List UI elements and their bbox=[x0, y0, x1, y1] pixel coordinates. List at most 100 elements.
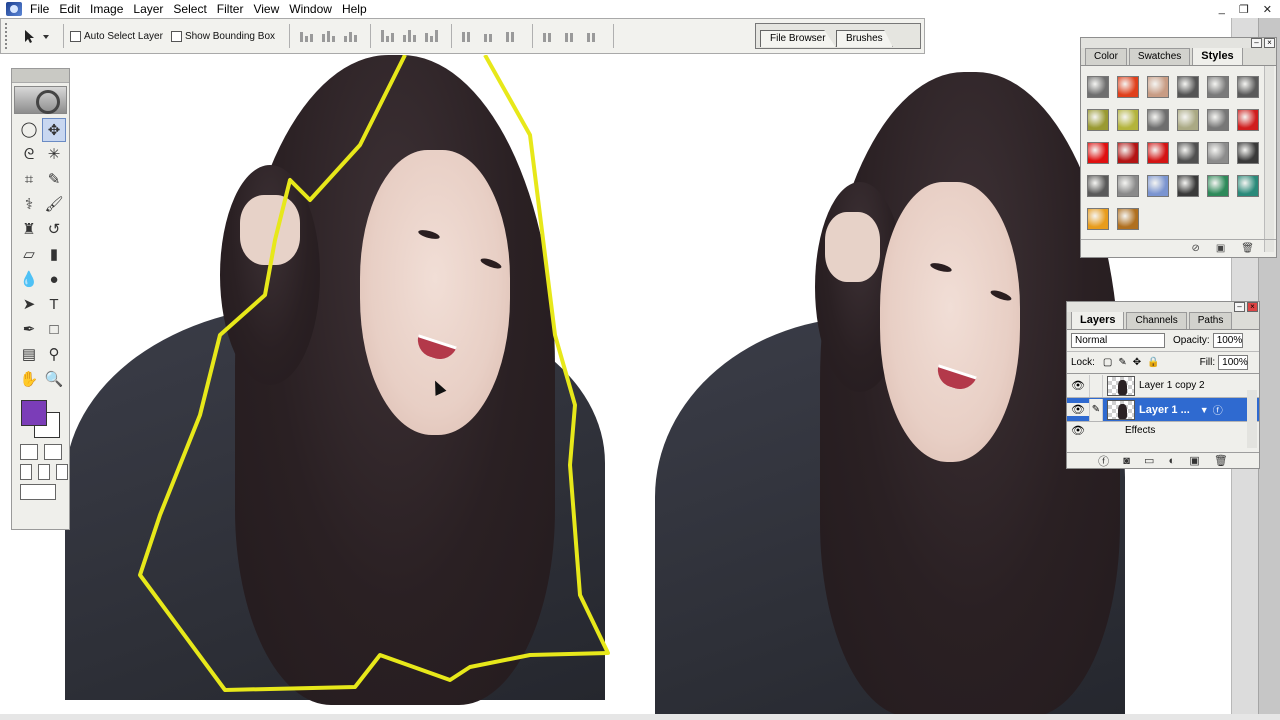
distribute-left-icon[interactable] bbox=[543, 30, 559, 42]
menu-layer[interactable]: Layer bbox=[131, 0, 171, 18]
tab-brushes[interactable]: Brushes bbox=[836, 30, 893, 47]
menu-image[interactable]: Image bbox=[88, 0, 131, 18]
clone-stamp-tool-icon[interactable]: ♜ bbox=[17, 218, 41, 242]
marquee-tool-icon[interactable]: ◯ bbox=[17, 118, 41, 142]
align-hcenter-icon[interactable] bbox=[403, 30, 419, 42]
add-layer-style-icon[interactable]: ⓕ bbox=[1098, 453, 1109, 469]
full-screen-button[interactable] bbox=[56, 464, 68, 480]
align-right-icon[interactable] bbox=[425, 30, 441, 42]
style-swatch[interactable] bbox=[1207, 175, 1229, 197]
style-swatch[interactable] bbox=[1087, 175, 1109, 197]
styles-panel-titlebar[interactable]: – × bbox=[1081, 38, 1276, 48]
standard-screen-button[interactable] bbox=[20, 464, 32, 480]
layers-panel-titlebar[interactable]: – × bbox=[1067, 302, 1259, 312]
checkbox-box[interactable] bbox=[170, 30, 182, 42]
quick-mask-mode-button[interactable] bbox=[44, 444, 62, 460]
style-swatch[interactable] bbox=[1207, 109, 1229, 131]
menu-view[interactable]: View bbox=[251, 0, 287, 18]
style-swatch[interactable] bbox=[1147, 142, 1169, 164]
style-swatch[interactable] bbox=[1117, 175, 1139, 197]
dodge-tool-icon[interactable]: ● bbox=[42, 268, 66, 292]
new-group-icon[interactable]: ▭ bbox=[1144, 454, 1154, 467]
style-swatch[interactable] bbox=[1177, 175, 1199, 197]
style-swatch[interactable] bbox=[1207, 142, 1229, 164]
visibility-eye-icon[interactable]: 👁 bbox=[1067, 424, 1089, 437]
style-swatch[interactable] bbox=[1117, 142, 1139, 164]
layer-style-icon[interactable]: ⓕ bbox=[1213, 402, 1223, 417]
delete-style-icon[interactable]: 🗑 bbox=[1241, 243, 1254, 254]
notes-tool-icon[interactable]: ▤ bbox=[17, 343, 41, 367]
style-swatch[interactable] bbox=[1147, 76, 1169, 98]
tab-color[interactable]: Color bbox=[1085, 48, 1127, 65]
tab-channels[interactable]: Channels bbox=[1126, 312, 1187, 329]
clear-style-icon[interactable]: ⊘ bbox=[1191, 243, 1199, 254]
align-bottom-icon[interactable] bbox=[344, 30, 360, 42]
style-swatch[interactable] bbox=[1117, 76, 1139, 98]
standard-mode-button[interactable] bbox=[20, 444, 38, 460]
delete-layer-icon[interactable]: 🗑 bbox=[1214, 454, 1228, 467]
style-swatch[interactable] bbox=[1237, 109, 1259, 131]
lock-position-icon[interactable]: ✥ bbox=[1133, 357, 1141, 368]
style-swatch[interactable] bbox=[1087, 109, 1109, 131]
menu-help[interactable]: Help bbox=[340, 0, 375, 18]
opacity-input[interactable]: 100% bbox=[1212, 333, 1243, 348]
history-brush-tool-icon[interactable]: ↺ bbox=[42, 218, 66, 242]
toolbox-header[interactable] bbox=[12, 69, 69, 83]
tab-paths[interactable]: Paths bbox=[1188, 312, 1233, 329]
zoom-tool-icon[interactable]: 🔍 bbox=[42, 368, 66, 392]
menu-window[interactable]: Window bbox=[287, 0, 340, 18]
photoshop-app-icon[interactable] bbox=[6, 2, 22, 16]
eraser-tool-icon[interactable]: ▱ bbox=[17, 243, 41, 267]
crop-tool-icon[interactable]: ⌗ bbox=[17, 168, 41, 192]
style-swatch[interactable] bbox=[1177, 76, 1199, 98]
fill-input[interactable]: 100% bbox=[1218, 355, 1249, 370]
distribute-right-icon[interactable] bbox=[587, 30, 603, 42]
adjustment-layer-icon[interactable]: ◐ bbox=[1169, 455, 1176, 467]
style-swatch[interactable] bbox=[1177, 109, 1199, 131]
distribute-top-icon[interactable] bbox=[462, 30, 478, 42]
hand-tool-icon[interactable]: ✋ bbox=[17, 368, 41, 392]
lock-all-icon[interactable]: 🔒 bbox=[1147, 357, 1159, 368]
foreground-color-swatch[interactable] bbox=[21, 400, 47, 426]
align-left-icon[interactable] bbox=[381, 30, 397, 42]
menu-select[interactable]: Select bbox=[171, 0, 214, 18]
panel-close-button[interactable]: × bbox=[1264, 38, 1275, 48]
panel-minimize-button[interactable]: – bbox=[1234, 302, 1245, 312]
full-screen-menu-button[interactable] bbox=[38, 464, 50, 480]
style-swatch[interactable] bbox=[1147, 109, 1169, 131]
blend-mode-select[interactable]: Normal bbox=[1071, 333, 1165, 348]
layer-row-selected[interactable]: 👁 ✎ Layer 1 ... ▼ ⓕ bbox=[1067, 398, 1259, 422]
canvas-photo-left[interactable] bbox=[60, 55, 630, 705]
jump-to-imageready-button[interactable] bbox=[20, 484, 56, 500]
tab-swatches[interactable]: Swatches bbox=[1128, 48, 1191, 65]
styles-scrollbar[interactable] bbox=[1264, 66, 1274, 252]
pen-tool-icon[interactable]: ✒ bbox=[17, 318, 41, 342]
minimize-button[interactable]: _ bbox=[1219, 3, 1225, 15]
distribute-hcenter-icon[interactable] bbox=[565, 30, 581, 42]
tab-file-browser[interactable]: File Browser bbox=[760, 30, 836, 47]
eyedropper-tool-icon[interactable]: ⚲ bbox=[42, 343, 66, 367]
tab-layers[interactable]: Layers bbox=[1071, 311, 1125, 329]
new-style-icon[interactable]: ▣ bbox=[1216, 243, 1225, 254]
options-bar-grip[interactable] bbox=[5, 23, 11, 49]
layers-scrollbar[interactable] bbox=[1247, 390, 1257, 448]
layer-row[interactable]: 👁 Layer 1 copy 2 bbox=[1067, 374, 1259, 398]
style-swatch[interactable] bbox=[1237, 76, 1259, 98]
auto-select-layer-checkbox[interactable]: Auto Select Layer bbox=[70, 30, 163, 42]
lock-transparency-icon[interactable]: ▢ bbox=[1103, 357, 1112, 368]
magic-wand-tool-icon[interactable]: ✳ bbox=[42, 143, 66, 167]
style-swatch[interactable] bbox=[1117, 208, 1139, 230]
blur-tool-icon[interactable]: 💧 bbox=[17, 268, 41, 292]
effects-expand-icon[interactable]: ▼ bbox=[1200, 405, 1209, 415]
slice-tool-icon[interactable]: ✎ bbox=[42, 168, 66, 192]
layer-brush-icon[interactable]: ✎ bbox=[1089, 398, 1103, 421]
add-mask-icon[interactable]: ◙ bbox=[1123, 455, 1130, 467]
style-swatch[interactable] bbox=[1147, 175, 1169, 197]
effects-row[interactable]: 👁 Effects bbox=[1067, 422, 1259, 438]
distribute-bottom-icon[interactable] bbox=[506, 30, 522, 42]
brush-tool-icon[interactable]: 🖌 bbox=[42, 193, 66, 217]
tab-styles[interactable]: Styles bbox=[1192, 47, 1243, 65]
healing-brush-tool-icon[interactable]: ⚕ bbox=[17, 193, 41, 217]
type-tool-icon[interactable]: T bbox=[42, 293, 66, 317]
shape-tool-icon[interactable]: □ bbox=[42, 318, 66, 342]
